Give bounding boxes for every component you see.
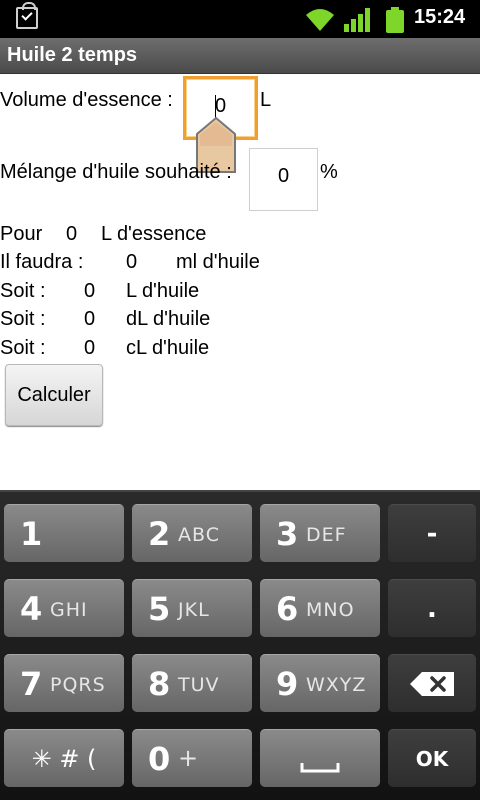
shopping-bag-check-icon: [16, 2, 38, 29]
soit-l-label: Soit :: [0, 280, 46, 302]
key-1[interactable]: 1: [4, 504, 124, 562]
soit-l-value: 0: [84, 280, 96, 302]
key-period-label: .: [427, 593, 437, 624]
main-content: Volume d'essence : 0 L Mélange d'huile s…: [0, 74, 480, 490]
clock: 15:24: [414, 6, 466, 28]
key-3-letters: DEF: [306, 524, 347, 546]
key-1-number: 1: [20, 515, 43, 553]
wifi-icon: [306, 9, 334, 31]
key-backspace[interactable]: [388, 654, 476, 712]
key-6-number: 6: [276, 590, 299, 628]
key-0-letters: +: [178, 744, 200, 772]
soit-l-unit: L d'huile: [126, 280, 200, 302]
key-0[interactable]: 0 +: [132, 729, 252, 787]
pour-unit: L d'essence: [101, 223, 207, 245]
key-4-letters: GHI: [50, 599, 88, 621]
key-symbols[interactable]: ✳ # (: [4, 729, 124, 787]
key-8-number: 8: [148, 665, 171, 703]
soit-dl-value: 0: [84, 308, 96, 330]
key-2[interactable]: 2 ABC: [132, 504, 252, 562]
mix-input[interactable]: 0: [249, 148, 318, 211]
battery-icon: [386, 7, 404, 33]
key-7-letters: PQRS: [50, 674, 106, 696]
key-period[interactable]: .: [388, 579, 476, 637]
mix-label: Mélange d'huile souhaité :: [0, 161, 232, 183]
key-7[interactable]: 7 PQRS: [4, 654, 124, 712]
key-symbols-label: ✳ # (: [31, 744, 97, 773]
calculate-button[interactable]: Calculer: [5, 364, 103, 426]
faudra-unit: ml d'huile: [176, 251, 260, 273]
key-2-number: 2: [148, 515, 171, 553]
soit-dl-unit: dL d'huile: [126, 308, 211, 330]
key-5-number: 5: [148, 590, 171, 628]
faudra-label: Il faudra :: [0, 251, 84, 273]
key-8-letters: TUV: [178, 674, 220, 696]
soit-cl-value: 0: [84, 337, 96, 359]
key-9-letters: WXYZ: [306, 674, 367, 696]
key-4-number: 4: [20, 590, 43, 628]
pour-value: 0: [66, 223, 78, 245]
key-5[interactable]: 5 JKL: [132, 579, 252, 637]
cell-signal-icon: [344, 8, 370, 32]
volume-unit: L: [260, 89, 272, 111]
mix-unit: %: [320, 161, 338, 183]
title-bar: Huile 2 temps: [0, 38, 480, 74]
space-bar-icon: [300, 763, 340, 773]
key-9-number: 9: [276, 665, 299, 703]
key-0-number: 0: [148, 740, 171, 778]
key-6[interactable]: 6 MNO: [260, 579, 380, 637]
key-minus-label: -: [426, 518, 438, 549]
key-ok[interactable]: OK: [388, 729, 476, 787]
key-4[interactable]: 4 GHI: [4, 579, 124, 637]
soit-cl-label: Soit :: [0, 337, 46, 359]
status-bar: 15:24: [0, 0, 480, 38]
backspace-icon: [410, 672, 454, 696]
key-space[interactable]: [260, 729, 380, 787]
faudra-value: 0: [126, 251, 138, 273]
key-7-number: 7: [20, 665, 43, 703]
key-3[interactable]: 3 DEF: [260, 504, 380, 562]
key-5-letters: JKL: [178, 599, 210, 621]
key-9[interactable]: 9 WXYZ: [260, 654, 380, 712]
key-6-letters: MNO: [306, 599, 355, 621]
pour-label: Pour: [0, 223, 43, 245]
key-minus[interactable]: -: [388, 504, 476, 562]
key-2-letters: ABC: [178, 524, 220, 546]
soit-dl-label: Soit :: [0, 308, 46, 330]
key-ok-label: OK: [415, 746, 449, 771]
mix-value: 0: [277, 165, 290, 187]
key-3-number: 3: [276, 515, 299, 553]
volume-value: 0: [214, 95, 227, 117]
app-title: Huile 2 temps: [7, 44, 138, 66]
volume-label: Volume d'essence :: [0, 89, 173, 111]
key-8[interactable]: 8 TUV: [132, 654, 252, 712]
soit-cl-unit: cL d'huile: [126, 337, 210, 359]
numeric-keyboard: 1 2 ABC 3 DEF - 4 GHI 5 JKL 6 MNO . 7 PQ…: [0, 490, 480, 800]
